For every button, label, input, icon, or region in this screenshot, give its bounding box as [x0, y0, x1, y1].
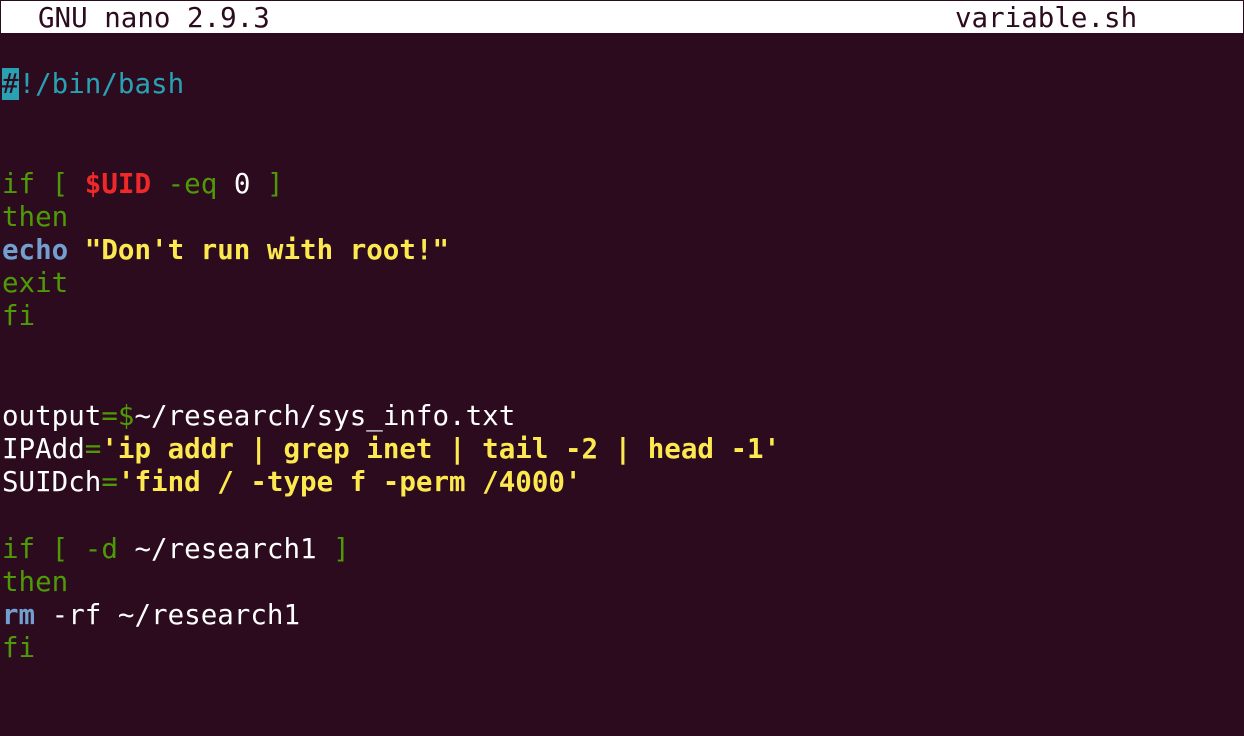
editor-area[interactable]: #!/bin/bash if [ $UID -eq 0 ] then echo … [2, 68, 1242, 665]
text-cursor: # [2, 68, 19, 100]
code-line-10[interactable] [2, 367, 1242, 400]
zero-number: 0 [233, 167, 251, 200]
dir-test-operator: -d [84, 532, 118, 565]
code-line-2[interactable] [2, 101, 1242, 134]
suidch-string: 'find / -type f -perm /4000' [117, 466, 582, 499]
exit-keyword: exit [2, 267, 69, 300]
code-line-8[interactable]: fi [2, 300, 1242, 333]
bracket-close: ] [250, 167, 284, 200]
code-line-4[interactable]: if [ $UID -eq 0 ] [2, 168, 1242, 201]
then-keyword: then [2, 565, 69, 598]
code-line-1[interactable]: #!/bin/bash [2, 68, 1242, 101]
ipadd-var-name: IPAdd [2, 433, 85, 466]
if-keyword: if [ [2, 167, 85, 200]
code-line-16[interactable]: then [2, 566, 1242, 599]
output-var-name: output [2, 399, 102, 432]
nano-title-bar: GNU nano 2.9.3 variable.sh [0, 0, 1244, 34]
output-assign: =$ [101, 399, 135, 432]
ipadd-assign: = [84, 433, 102, 466]
file-name-label: variable.sh [955, 2, 1138, 34]
code-line-7[interactable]: exit [2, 267, 1242, 300]
eq-operator: -eq [151, 167, 234, 200]
ipadd-string: 'ip addr | grep inet | tail -2 | head -1… [101, 433, 781, 466]
app-version-label: GNU nano 2.9.3 [38, 2, 270, 34]
echo-command: echo [2, 233, 69, 266]
code-line-3[interactable] [2, 134, 1242, 167]
then-keyword: then [2, 200, 69, 233]
bracket-close: ] [333, 532, 350, 565]
if-keyword: if [ [2, 532, 85, 565]
code-line-18[interactable]: fi [2, 632, 1242, 665]
code-line-13[interactable]: SUIDch='find / -type f -perm /4000' [2, 466, 1242, 499]
code-line-5[interactable]: then [2, 201, 1242, 234]
rm-command: rm [2, 599, 36, 631]
code-line-14[interactable] [2, 499, 1242, 532]
research1-path: ~/research1 [117, 532, 334, 565]
rm-arguments: -rf ~/research1 [35, 599, 301, 631]
suidch-assign: = [101, 466, 118, 499]
code-line-11[interactable]: output=$~/research/sys_info.txt [2, 400, 1242, 433]
code-line-15[interactable]: if [ -d ~/research1 ] [2, 533, 1242, 566]
code-line-12[interactable]: IPAdd='ip addr | grep inet | tail -2 | h… [2, 433, 1242, 466]
code-line-9[interactable] [2, 334, 1242, 367]
echo-string: "Don't run with root!" [68, 233, 450, 266]
code-line-6[interactable]: echo "Don't run with root!" [2, 234, 1242, 267]
output-path: ~/research/sys_info.txt [134, 399, 516, 432]
fi-keyword: fi [2, 632, 36, 665]
shebang-text: !/bin/bash [18, 68, 185, 100]
uid-variable: $UID [84, 167, 152, 200]
suidch-var-name: SUIDch [2, 466, 102, 499]
code-line-17[interactable]: rm -rf ~/research1 [2, 599, 1242, 632]
fi-keyword: fi [2, 300, 36, 333]
